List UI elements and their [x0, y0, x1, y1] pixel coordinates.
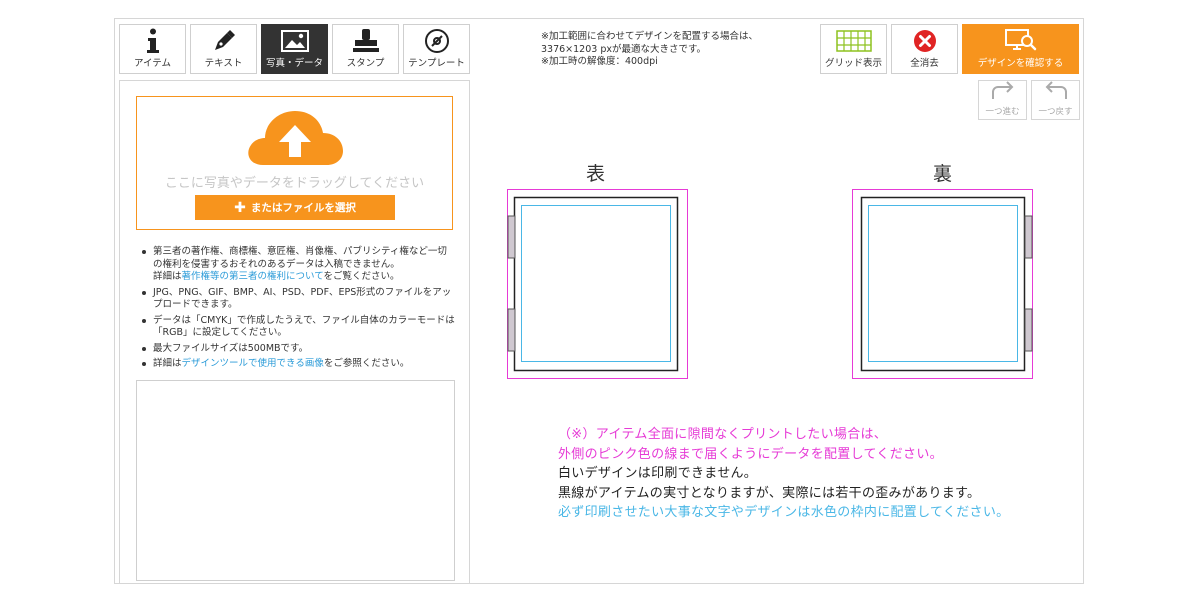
grid-toggle-button[interactable]: グリッド表示	[820, 24, 887, 74]
tab-template-label: テンプレート	[408, 58, 465, 69]
rule-text: 第三者の著作権、商標権、意匠権、肖像権、パブリシティ権など一切の権利を侵害するお…	[153, 246, 447, 270]
rights-link[interactable]: 著作権等の第三者の権利について	[182, 271, 324, 282]
undo-button[interactable]: 一つ戻す	[1031, 80, 1080, 120]
guideline-line: 外側のピンク色の線まで届くようにデータを配置してください。	[558, 446, 943, 462]
tool-tabs: アイテム テキスト 写真・データ スタンプ テンプレート	[119, 24, 470, 74]
upload-rules: 第三者の著作権、商標権、意匠権、肖像権、パブリシティ権など一切の権利を侵害するお…	[140, 246, 455, 374]
redo-icon	[990, 81, 1016, 105]
front-side-label: 表	[586, 163, 606, 185]
rule-text: をご参照ください。	[323, 358, 410, 369]
info-icon	[146, 27, 160, 55]
tab-stamp[interactable]: スタンプ	[332, 24, 399, 74]
confirm-design-label: デザインを確認する	[977, 58, 1064, 69]
guideline-line: 黒線がアイテムの実寸となりますが、実際には若干の歪みがあります。	[558, 485, 981, 501]
tab-item-label: アイテム	[133, 58, 172, 69]
plus-icon: ✚	[234, 199, 246, 216]
redo-label: 一つ進む	[985, 107, 1020, 117]
print-guidelines: （※）アイテム全面に隙間なくプリントしたい場合は、 外側のピンク色の線まで届くよ…	[558, 425, 1009, 523]
rule-item: 詳細はデザインツールで使用できる画像をご参照ください。	[140, 358, 455, 371]
clear-all-button[interactable]: 全消去	[891, 24, 958, 74]
stamp-icon	[352, 27, 380, 55]
guideline-line: （※）アイテム全面に隙間なくプリントしたい場合は、	[558, 427, 888, 442]
rule-item: JPG、PNG、GIF、BMP、AI、PSD、PDF、EPS形式のファイルをアッ…	[140, 287, 455, 312]
front-design-canvas[interactable]	[507, 189, 688, 379]
close-circle-icon	[913, 27, 937, 55]
guideline-line: 白いデザインは印刷できません。	[558, 466, 758, 481]
rule-item: データは「CMYK」で作成したうえで、ファイル自体のカラーモードは「RGB」に設…	[140, 315, 455, 340]
confirm-design-button[interactable]: デザインを確認する	[962, 24, 1079, 74]
undo-label: 一つ戻す	[1038, 107, 1073, 117]
image-icon	[280, 27, 309, 55]
usable-images-link[interactable]: デザインツールで使用できる画像	[182, 358, 324, 369]
rule-text: JPG、PNG、GIF、BMP、AI、PSD、PDF、EPS形式のファイルをアッ…	[153, 286, 452, 311]
redo-button[interactable]: 一つ進む	[978, 80, 1027, 120]
monitor-search-icon	[1004, 27, 1038, 55]
file-drop-zone[interactable]: ここに写真やデータをドラッグしてください ✚ またはファイルを選択	[136, 96, 453, 230]
tab-photo-data-label: 写真・データ	[265, 58, 323, 69]
clear-all-label: 全消去	[910, 58, 939, 69]
pen-icon	[211, 27, 237, 55]
guideline-line: 必ず印刷させたい大事な文字やデザインは水色の枠内に配置してください。	[558, 505, 1010, 520]
note-line: ※加工範囲に合わせてデザインを配置する場合は、	[541, 31, 758, 42]
select-file-button[interactable]: ✚ またはファイルを選択	[195, 195, 395, 220]
tab-item[interactable]: アイテム	[119, 24, 186, 74]
note-line: 3376×1203 pxが最適な大きさです。	[541, 43, 707, 55]
drop-instruction: ここに写真やデータをドラッグしてください	[164, 176, 425, 191]
rule-text: 詳細は	[153, 358, 182, 369]
rule-text: データは「CMYK」で作成したうえで、ファイル自体のカラーモードは「RGB」に設…	[153, 314, 455, 339]
print-area-notes: ※加工範囲に合わせてデザインを配置する場合は、 3376×1203 pxが最適な…	[541, 31, 758, 69]
rule-item: 最大ファイルサイズは500MBです。	[140, 343, 455, 356]
undo-icon	[1043, 81, 1069, 105]
back-side-label: 裏	[933, 163, 953, 185]
rule-text: をご覧ください。	[323, 271, 400, 282]
grid-toggle-label: グリッド表示	[824, 58, 882, 69]
grid-icon	[835, 27, 872, 55]
rule-text: 詳細は	[153, 271, 182, 282]
note-line: ※加工時の解像度：400dpi	[541, 56, 658, 67]
tab-photo-data[interactable]: 写真・データ	[261, 24, 328, 74]
rule-item: 第三者の著作権、商標権、意匠権、肖像権、パブリシティ権など一切の権利を侵害するお…	[140, 246, 455, 284]
uploaded-images-gallery[interactable]	[136, 380, 455, 581]
tab-text[interactable]: テキスト	[190, 24, 257, 74]
cloud-upload-icon	[245, 105, 345, 171]
back-design-canvas[interactable]	[852, 189, 1033, 379]
tab-template[interactable]: テンプレート	[403, 24, 470, 74]
tab-text-label: テキスト	[204, 58, 243, 69]
rule-text: 最大ファイルサイズは500MBです。	[153, 342, 309, 354]
select-file-label: またはファイルを選択	[250, 202, 356, 214]
template-icon	[424, 27, 450, 55]
tab-stamp-label: スタンプ	[346, 58, 385, 69]
